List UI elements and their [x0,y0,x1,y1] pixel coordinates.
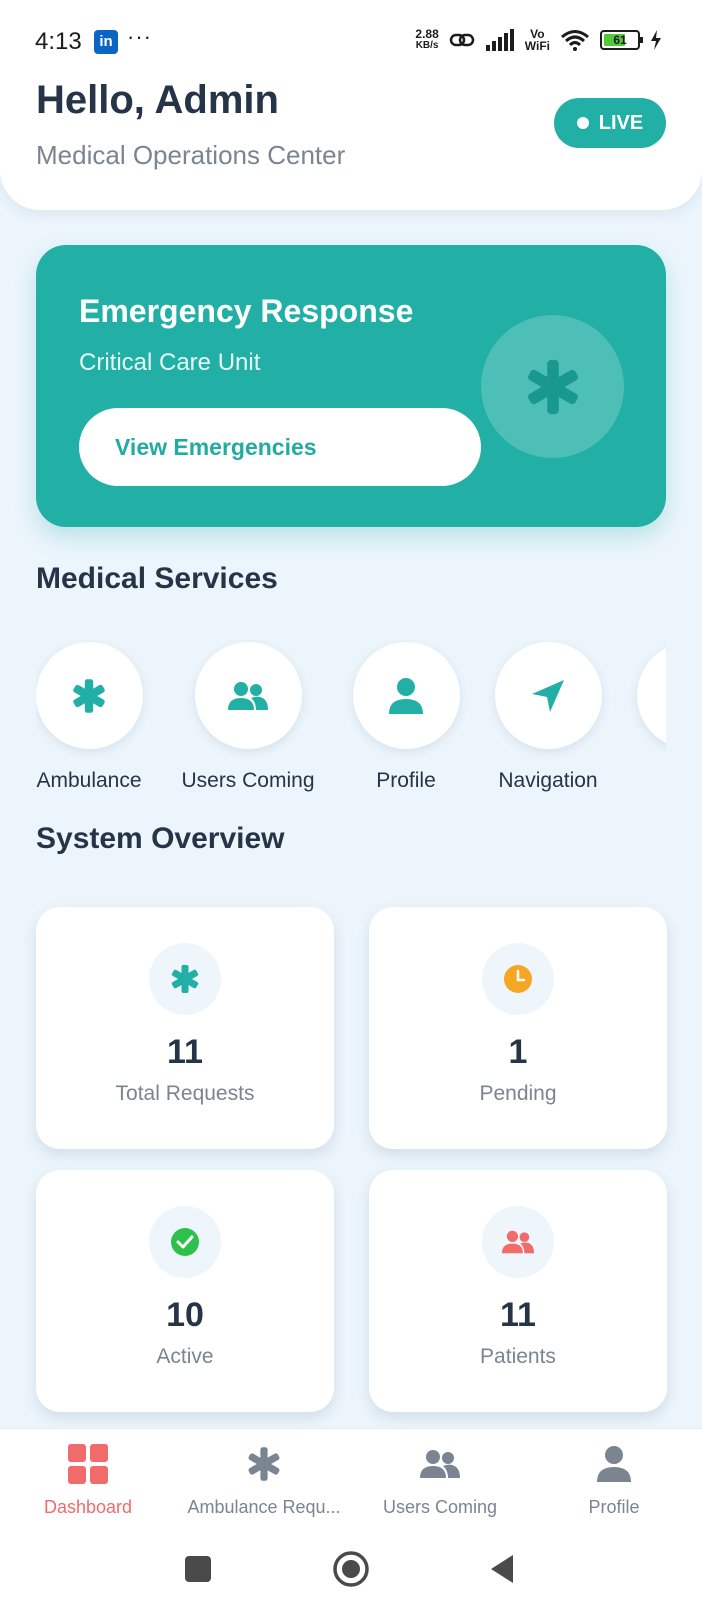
stat-label: Patients [480,1345,556,1368]
nav-profile[interactable]: Profile [526,1441,702,1518]
system-navigation-bar [0,1530,702,1600]
check-circle-icon [171,1228,199,1256]
wifi-icon [561,30,589,51]
greeting-title: Hello, Admin [36,78,279,122]
service-users-coming[interactable]: Users Coming [168,640,328,793]
nav-label: Ambulance Requ... [187,1497,341,1517]
stat-card-active[interactable]: 10 Active [36,1170,334,1412]
person-icon [597,1446,631,1482]
service-label: Ambulance [36,769,142,792]
medical-asterisk-icon [73,678,105,713]
service-icon-circle [194,642,302,749]
medical-asterisk-icon [248,1447,280,1481]
services-carousel[interactable]: Ambulance Users Coming Profile Navigatio… [36,640,666,800]
service-label: S [610,769,666,793]
nav-users-coming[interactable]: Users Coming [352,1441,528,1518]
system-overview-title: System Overview [36,822,285,855]
service-icon-circle [36,642,143,749]
status-time: 4:13 [35,28,82,55]
service-navigation[interactable]: Navigation [468,640,628,793]
more-notifications-icon: ··· [127,24,152,49]
service-icon-circle [494,642,602,749]
live-status-badge[interactable]: LIVE [554,98,666,148]
network-speed: 2.88 KB/s [415,27,439,51]
live-dot-icon [576,117,589,129]
linkedin-notification-icon: in [94,30,118,54]
service-ambulance[interactable]: Ambulance [36,640,169,793]
bottom-navigation: Dashboard Ambulance Requ... Users Coming… [0,1428,702,1530]
header-subtitle: Medical Operations Center [36,140,346,170]
battery-icon: 61 [600,30,643,50]
medical-asterisk-icon [527,359,578,414]
service-icon-circle [636,642,666,749]
medical-services-title: Medical Services [36,562,278,595]
header: 4:13 in ··· 2.88 KB/s Vo WiFi 61 Hello, … [0,0,702,210]
dashboard-grid-icon [68,1444,108,1484]
stat-icon-circle [149,943,221,1015]
navigation-arrow-icon [532,679,564,712]
stat-value: 10 [166,1296,204,1334]
hero-subtitle: Critical Care Unit [79,349,261,376]
view-emergencies-button[interactable]: View Emergencies [79,408,481,486]
back-button[interactable] [489,1554,515,1584]
emergency-response-card: Emergency Response Critical Care Unit Vi… [36,245,666,527]
clock-icon [504,965,532,993]
signal-icon [485,29,514,51]
hero-icon-circle [481,315,624,458]
stat-icon-circle [149,1206,221,1278]
hero-title: Emergency Response [79,293,414,329]
nav-label: Users Coming [382,1497,498,1517]
nav-ambulance-requests[interactable]: Ambulance Requ... [176,1441,352,1518]
medical-asterisk-icon [171,965,199,993]
stat-icon-circle [482,943,554,1015]
stat-card-pending[interactable]: 1 Pending [369,907,667,1149]
nav-label: Profile [588,1497,640,1517]
status-bar: 4:13 in ··· 2.88 KB/s Vo WiFi 61 [0,0,702,80]
stat-value: 11 [500,1296,536,1334]
nav-label: Dashboard [43,1497,133,1517]
stat-label: Total Requests [115,1082,255,1105]
charging-icon [651,30,661,50]
nav-dashboard[interactable]: Dashboard [0,1441,176,1518]
service-partial[interactable]: S [610,640,666,793]
vowifi-indicator: Vo WiFi [524,27,550,53]
stat-label: Active [156,1345,214,1368]
recent-apps-button[interactable] [185,1556,211,1582]
service-label: Users Coming [181,769,315,792]
stat-icon-circle [482,1206,554,1278]
service-profile[interactable]: Profile [326,640,486,793]
stat-label: Pending [479,1082,557,1105]
person-icon [389,677,423,714]
service-label: Profile [376,769,436,792]
service-label: Navigation [498,769,598,792]
stat-value: 1 [508,1033,528,1071]
stat-value: 11 [167,1033,203,1071]
live-label: LIVE [598,111,644,134]
link-icon [449,33,475,47]
stat-card-total-requests[interactable]: 11 Total Requests [36,907,334,1149]
stat-card-patients[interactable]: 11 Patients [369,1170,667,1412]
users-icon [502,1230,534,1254]
users-icon [228,681,268,710]
home-button[interactable] [332,1550,370,1588]
service-icon-circle [352,642,460,749]
users-icon [420,1450,460,1478]
